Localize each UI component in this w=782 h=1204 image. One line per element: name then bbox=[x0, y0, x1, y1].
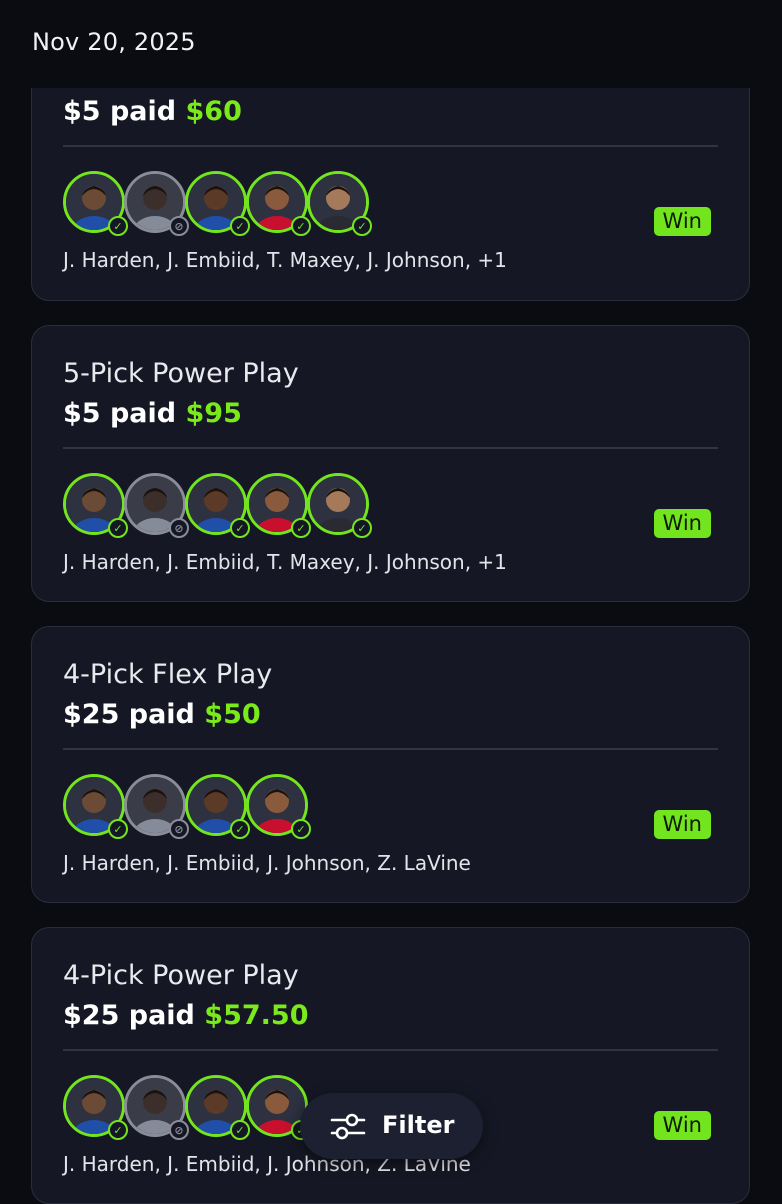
sliders-icon bbox=[330, 1113, 366, 1140]
player-names: J. Harden, J. Embiid, T. Maxey, J. Johns… bbox=[63, 248, 507, 272]
payout-amount: $50 bbox=[204, 699, 261, 730]
entry-amount: $25 paid $50 bbox=[63, 699, 261, 730]
stake-label: $25 paid bbox=[63, 1000, 195, 1031]
status-badge: Win bbox=[653, 207, 711, 236]
divider bbox=[63, 447, 718, 449]
date-label: Nov 20, 2025 bbox=[32, 28, 196, 56]
entry-amount: $5 paid $95 bbox=[63, 398, 242, 429]
check-icon: ✓ bbox=[230, 1120, 250, 1140]
check-icon: ✓ bbox=[291, 216, 311, 236]
entry-type-label: 4-Pick Flex Play bbox=[63, 659, 273, 690]
entry-card[interactable]: 4-Pick Flex Play $25 paid $50 ✓ ⊘ ✓ ✓ J. Harde… bbox=[31, 626, 750, 903]
status-badge: Win bbox=[653, 509, 711, 538]
void-icon: ⊘ bbox=[169, 1120, 189, 1140]
entry-type-label: 5-Pick Power Play bbox=[63, 358, 299, 389]
check-icon: ✓ bbox=[230, 819, 250, 839]
player-names: J. Harden, J. Embiid, T. Maxey, J. Johns… bbox=[63, 550, 507, 574]
void-icon: ⊘ bbox=[169, 819, 189, 839]
entry-type-label: 4-Pick Power Play bbox=[63, 960, 299, 991]
divider bbox=[63, 748, 718, 750]
check-icon: ✓ bbox=[108, 1120, 128, 1140]
check-icon: ✓ bbox=[108, 216, 128, 236]
payout-amount: $95 bbox=[185, 398, 242, 429]
entry-card[interactable]: 4-Pick Power Play$25 paid $57.50✓⊘✓✓J. H… bbox=[31, 927, 750, 1204]
filter-label: Filter bbox=[382, 1111, 455, 1139]
check-icon: ✓ bbox=[352, 518, 372, 538]
check-icon: ✓ bbox=[108, 518, 128, 538]
check-icon: ✓ bbox=[291, 819, 311, 839]
entry-amount: $25 paid $57.50 bbox=[63, 1000, 309, 1031]
date-header: Nov 20, 2025 bbox=[0, 0, 782, 88]
check-icon: ✓ bbox=[352, 216, 372, 236]
status-badge: Win bbox=[653, 1111, 711, 1140]
check-icon: ✓ bbox=[230, 216, 250, 236]
check-icon: ✓ bbox=[108, 819, 128, 839]
payout-amount: $60 bbox=[185, 96, 242, 127]
entry-card[interactable]: 5-Pick Power Play $5 paid $95 ✓ ⊘ ✓ ✓ ✓ J. Hard… bbox=[31, 325, 750, 602]
stake-label: $25 paid bbox=[63, 699, 195, 730]
status-badge: Win bbox=[653, 810, 711, 839]
divider bbox=[63, 1049, 718, 1051]
check-icon: ✓ bbox=[291, 518, 311, 538]
payout-amount: $57.50 bbox=[204, 1000, 309, 1031]
player-names: J. Harden, J. Embiid, J. Johnson, Z. LaV… bbox=[63, 851, 471, 875]
void-icon: ⊘ bbox=[169, 216, 189, 236]
check-icon: ✓ bbox=[230, 518, 250, 538]
stake-label: $5 paid bbox=[63, 96, 177, 127]
filter-button[interactable]: Filter bbox=[300, 1093, 483, 1159]
stake-label: $5 paid bbox=[63, 398, 177, 429]
divider bbox=[63, 145, 718, 147]
entry-amount: $5 paid $60 bbox=[63, 96, 242, 127]
void-icon: ⊘ bbox=[169, 518, 189, 538]
